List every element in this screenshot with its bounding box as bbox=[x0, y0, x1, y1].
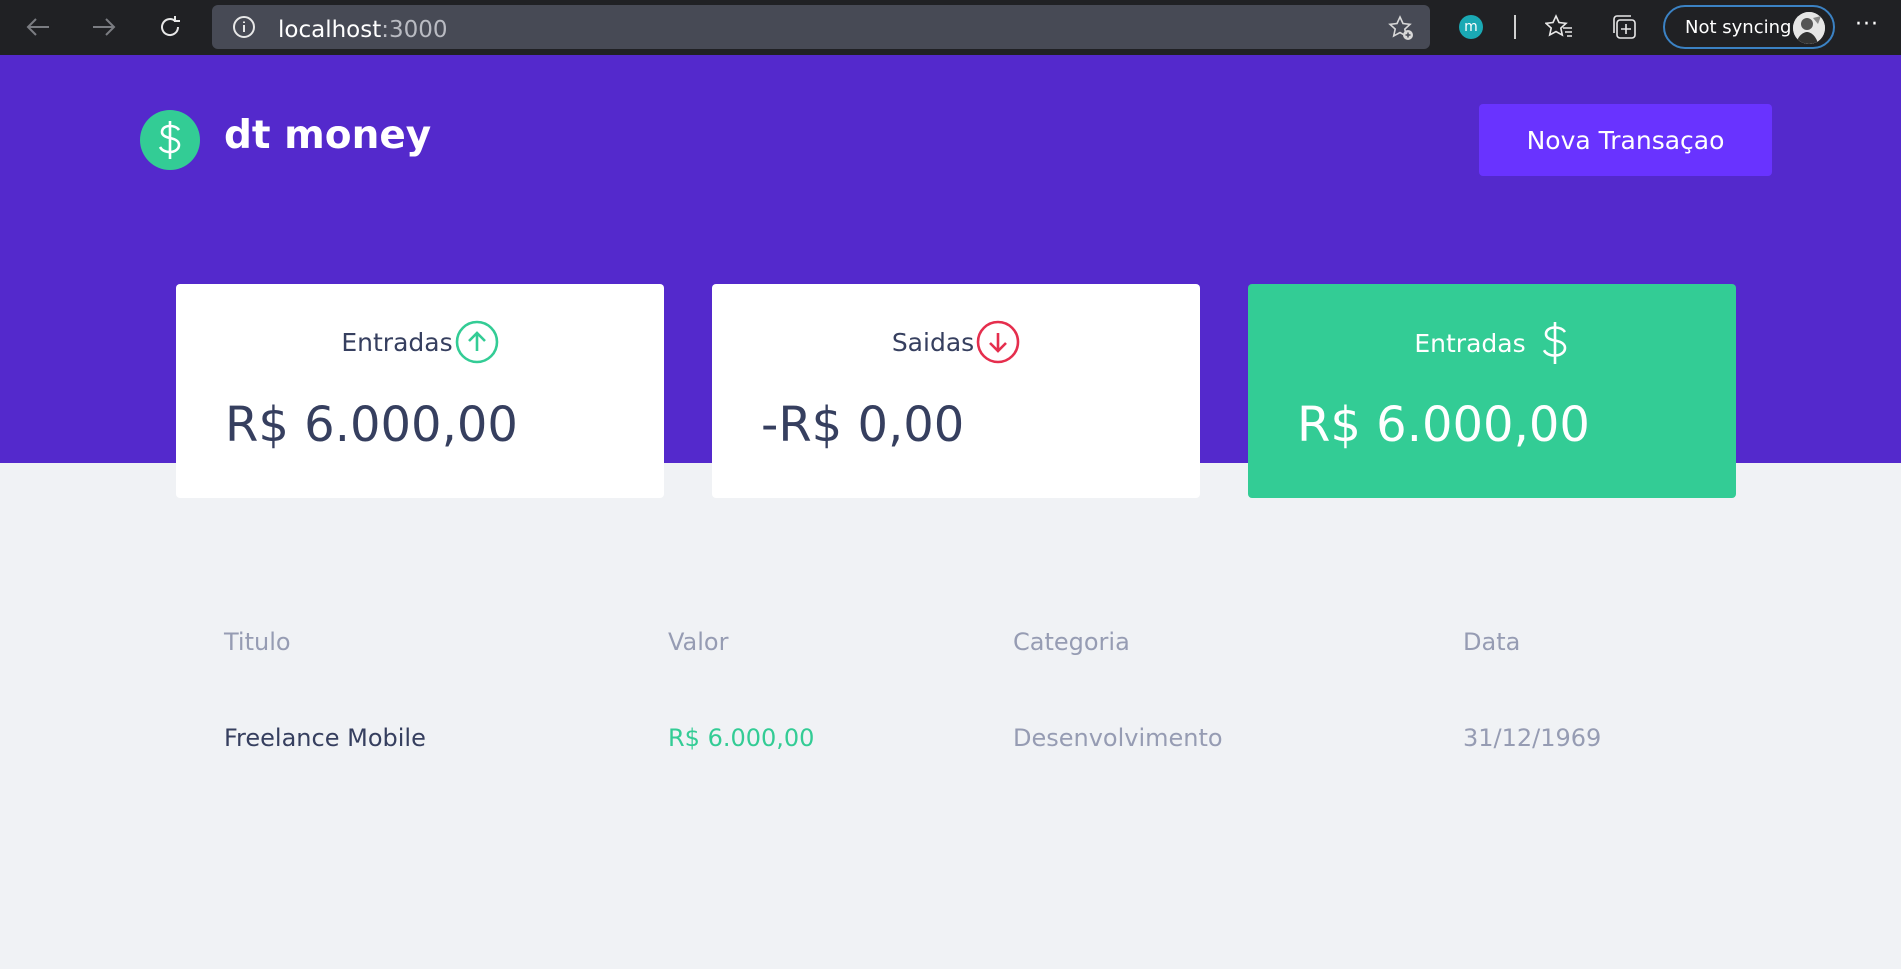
url-host: localhost bbox=[278, 17, 382, 43]
address-bar[interactable]: localhost:3000 bbox=[212, 5, 1430, 49]
back-button[interactable] bbox=[16, 6, 60, 48]
income-card-header: Entradas bbox=[176, 320, 664, 364]
cell-category: Desenvolvimento bbox=[1013, 724, 1223, 752]
column-header-date: Data bbox=[1463, 628, 1521, 656]
total-card-header: Entradas bbox=[1248, 320, 1736, 366]
column-header-category: Categoria bbox=[1013, 628, 1130, 656]
outcome-card: Saidas -R$ 0,00 bbox=[712, 284, 1200, 498]
arrow-down-circle-icon bbox=[976, 320, 1020, 364]
info-icon[interactable] bbox=[232, 15, 256, 43]
arrow-up-circle-icon bbox=[455, 320, 499, 364]
collections-icon[interactable] bbox=[1607, 10, 1641, 44]
url-port: :3000 bbox=[381, 17, 448, 43]
total-label: Entradas bbox=[1414, 328, 1526, 358]
cell-title: Freelance Mobile bbox=[224, 724, 426, 752]
forward-arrow-icon bbox=[93, 18, 116, 36]
cell-value: R$ 6.000,00 bbox=[668, 724, 815, 752]
dollar-icon bbox=[158, 121, 181, 159]
forward-button[interactable] bbox=[82, 6, 126, 48]
outcome-amount: -R$ 0,00 bbox=[761, 397, 965, 453]
toolbar-divider bbox=[1514, 15, 1516, 39]
extension-icon[interactable]: m bbox=[1459, 15, 1483, 39]
dollar-icon bbox=[1540, 320, 1570, 366]
refresh-button[interactable] bbox=[148, 6, 192, 48]
extension-initial: m bbox=[1464, 19, 1478, 35]
new-transaction-button[interactable]: Nova Transaçao bbox=[1479, 104, 1772, 176]
back-arrow-icon bbox=[26, 18, 49, 36]
avatar bbox=[1793, 12, 1825, 44]
income-card: Entradas R$ 6.000,00 bbox=[176, 284, 664, 498]
outcome-card-header: Saidas bbox=[712, 320, 1200, 364]
outcome-label: Saidas bbox=[891, 327, 975, 357]
column-header-value: Valor bbox=[668, 628, 729, 656]
income-label: Entradas bbox=[341, 327, 453, 357]
brand-name: dt money bbox=[224, 113, 432, 158]
refresh-icon bbox=[161, 16, 180, 36]
browser-toolbar: localhost:3000 m Not syncing ··· bbox=[0, 0, 1901, 55]
sync-label: Not syncing bbox=[1685, 16, 1792, 38]
logo bbox=[140, 110, 200, 170]
more-options-button[interactable]: ··· bbox=[1855, 12, 1879, 37]
cell-date: 31/12/1969 bbox=[1463, 724, 1602, 752]
column-header-title: Titulo bbox=[224, 628, 291, 656]
total-amount: R$ 6.000,00 bbox=[1297, 397, 1590, 453]
income-amount: R$ 6.000,00 bbox=[225, 397, 518, 453]
favorites-icon[interactable] bbox=[1542, 10, 1576, 44]
app: dt money Nova Transaçao Entradas R$ 6.00… bbox=[0, 55, 1901, 969]
favorite-add-icon[interactable] bbox=[1388, 15, 1414, 45]
total-card: Entradas R$ 6.000,00 bbox=[1248, 284, 1736, 498]
url-text[interactable]: localhost:3000 bbox=[278, 17, 448, 43]
profile-sync-button[interactable]: Not syncing bbox=[1663, 5, 1835, 49]
